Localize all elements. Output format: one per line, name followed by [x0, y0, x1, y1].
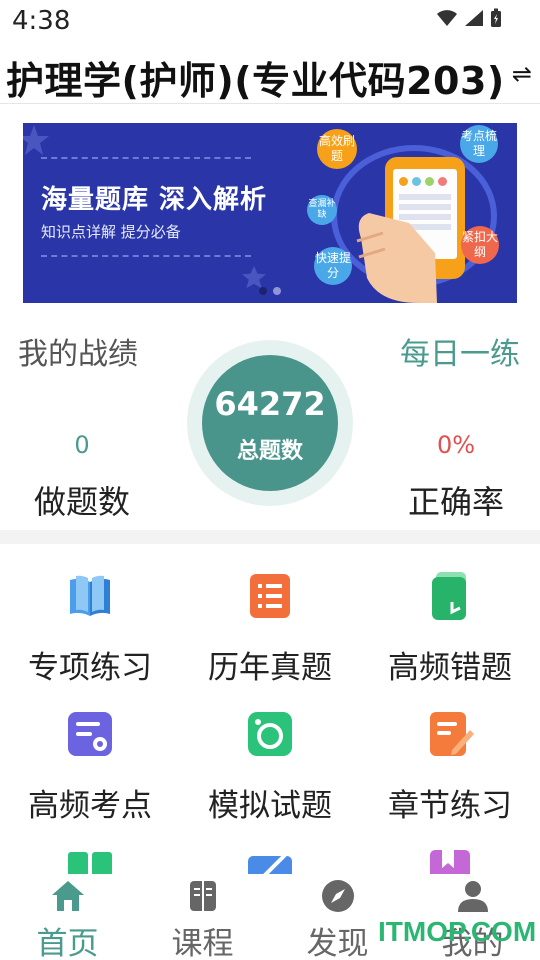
done-count: 0 — [74, 431, 90, 459]
section-divider — [0, 530, 540, 544]
title-bar: 护理学(护师)(专业代码203) ⇌ — [0, 44, 540, 104]
nav-courses[interactable]: 课程 — [135, 874, 270, 960]
notebook-icon — [432, 572, 466, 620]
status-icons — [436, 8, 502, 28]
banner-dot[interactable] — [273, 287, 281, 295]
battery-icon — [491, 8, 501, 27]
bubble-high-efficiency: 高效刷题 — [317, 129, 357, 169]
grid-item-partial-3[interactable] — [360, 848, 540, 876]
accuracy-value: 0% — [436, 431, 476, 459]
grid-item-partial-1[interactable] — [0, 848, 180, 876]
done-label: 做题数 — [33, 483, 130, 521]
list-document-icon — [250, 574, 290, 618]
banner-dot[interactable] — [259, 287, 267, 295]
total-questions-ring: 64272 总题数 — [187, 340, 353, 506]
site-watermark: ITMOP.COM — [378, 916, 537, 947]
total-questions-count: 64272 — [214, 385, 326, 423]
status-time: 4:38 — [12, 6, 71, 36]
pen-card-icon — [248, 852, 292, 876]
grid-label: 章节练习 — [388, 788, 512, 824]
bubble-quick-score: 快速提分 — [314, 247, 352, 285]
total-questions-label: 总题数 — [236, 439, 303, 464]
grid-item-past-exams[interactable]: 历年真题 — [180, 572, 360, 702]
grid-item-partial-2[interactable] — [180, 848, 360, 876]
user-icon — [458, 881, 488, 912]
banner-subline: 知识点详解 提分必备 — [41, 223, 181, 241]
bookmark-icon — [430, 850, 470, 876]
wifi-icon — [437, 10, 457, 26]
bubble-syllabus: 紧扣大纲 — [461, 226, 499, 264]
grid-label: 高频错题 — [388, 650, 512, 686]
grid-label: 专项练习 — [28, 650, 152, 686]
camera-icon — [248, 712, 292, 756]
compass-icon — [322, 880, 354, 912]
banner-dash-line — [41, 157, 251, 161]
grid-item-key-points[interactable]: 高频考点 — [0, 710, 180, 840]
hand-illustration — [356, 213, 437, 303]
daily-practice-link[interactable]: 每日一练 — [400, 329, 520, 373]
banner-headline: 海量题库 深入解析 — [41, 185, 268, 215]
grid-label: 模拟试题 — [208, 788, 332, 824]
open-book-icon — [70, 575, 110, 616]
swap-icon[interactable]: ⇌ — [512, 60, 532, 88]
banner-dash-line — [41, 255, 251, 259]
banner-pager[interactable] — [259, 287, 281, 295]
bubble-fill-gaps: 查漏补缺 — [307, 195, 337, 225]
grid-label: 历年真题 — [208, 650, 332, 686]
total-questions-circle: 64272 总题数 — [202, 355, 338, 491]
grid-item-mock-exam[interactable]: 模拟试题 — [180, 710, 360, 840]
grid-item-chapter-practice[interactable]: 章节练习 — [360, 710, 540, 840]
promo-banner[interactable]: 海量题库 深入解析 知识点详解 提分必备 高效刷题 考点梳理 查漏补缺 快速提分… — [23, 123, 517, 303]
course-book-icon — [190, 881, 216, 911]
star-decoration-icon — [23, 125, 49, 155]
book-icon — [68, 852, 112, 876]
stats-section: 我的战绩 每日一练 0 做题数 64272 总题数 0% 正确率 — [0, 315, 540, 530]
status-bar: 4:38 — [0, 0, 540, 44]
accuracy-label: 正确率 — [407, 483, 504, 521]
nav-home[interactable]: 首页 — [0, 874, 135, 960]
star-decoration-icon — [242, 265, 266, 289]
signal-icon — [465, 10, 483, 26]
grid-label: 高频考点 — [28, 788, 152, 824]
grid-item-frequent-mistakes[interactable]: 高频错题 — [360, 572, 540, 702]
home-icon — [52, 881, 84, 911]
bubble-key-points: 考点梳理 — [460, 125, 498, 163]
grid-item-topic-practice[interactable]: 专项练习 — [0, 572, 180, 702]
edit-document-icon — [430, 712, 474, 756]
page-title: 护理学(护师)(专业代码203) — [6, 59, 505, 103]
stats-title: 我的战绩 — [18, 337, 138, 372]
doc-gear-icon — [68, 712, 112, 756]
nav-label: 首页 — [36, 926, 99, 960]
nav-label: 课程 — [171, 926, 234, 960]
